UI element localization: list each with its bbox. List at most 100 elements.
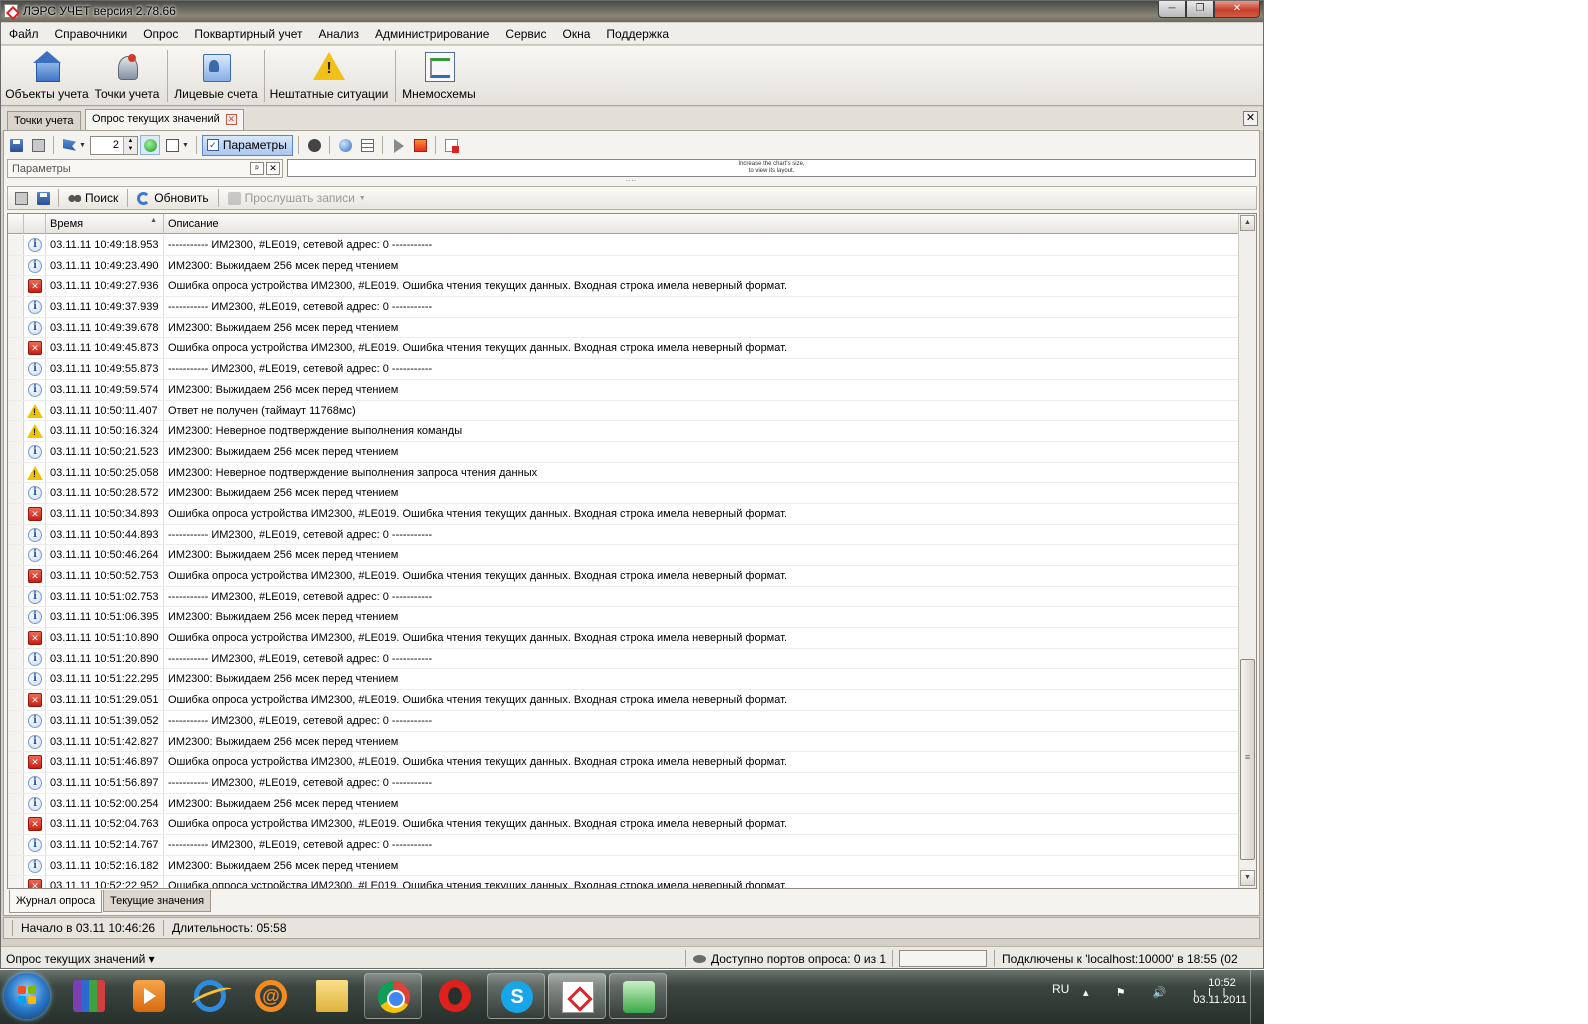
row-indicator[interactable] xyxy=(8,379,24,400)
row-indicator[interactable] xyxy=(8,503,24,524)
menu-references[interactable]: Справочники xyxy=(47,27,136,41)
table-row[interactable]: 03.11.11 10:49:45.873 Ошибка опроса устро… xyxy=(8,338,1238,360)
row-indicator[interactable] xyxy=(8,690,24,710)
taskbar-opera[interactable] xyxy=(426,973,484,1019)
row-indicator[interactable] xyxy=(8,483,24,503)
chevron-down-icon[interactable]: ▼ xyxy=(79,142,86,149)
clock-time[interactable]: 10:52 xyxy=(1196,977,1248,989)
taskbar-green-app[interactable] xyxy=(609,973,667,1019)
listen-records-button[interactable]: Прослушать записи ▼ xyxy=(224,188,370,208)
print-button[interactable] xyxy=(28,135,48,155)
flag-button[interactable] xyxy=(59,135,79,155)
row-indicator[interactable] xyxy=(8,235,24,255)
taskbar-winrar[interactable] xyxy=(60,973,118,1019)
description-column-header[interactable]: Описание xyxy=(164,214,1238,234)
count-stepper[interactable]: ▲▼ xyxy=(89,135,138,155)
table-row[interactable]: 03.11.11 10:49:23.490 ИМ2300: Выжидаем 25… xyxy=(8,255,1238,277)
row-indicator[interactable] xyxy=(8,545,24,565)
taskbar-mail[interactable] xyxy=(242,973,300,1019)
row-indicator[interactable] xyxy=(8,834,24,855)
menu-analysis[interactable]: Анализ xyxy=(310,27,367,41)
stop-button[interactable] xyxy=(410,135,430,155)
vertical-scrollbar[interactable]: ▲ ▼ xyxy=(1238,214,1256,888)
table-row[interactable]: 03.11.11 10:50:52.753 Ошибка опроса устро… xyxy=(8,566,1238,587)
row-indicator[interactable] xyxy=(8,566,24,586)
table-row[interactable]: 03.11.11 10:50:21.523 ИМ2300: Выжидаем 25… xyxy=(8,441,1238,463)
table-row[interactable]: 03.11.11 10:49:18.953 ----------- ИМ2300,… xyxy=(8,235,1238,256)
row-indicator[interactable] xyxy=(8,669,24,690)
taskbar-lers[interactable] xyxy=(548,973,606,1019)
table-row[interactable]: 03.11.11 10:50:16.324 ИМ2300: Неверное по… xyxy=(8,421,1238,442)
table-row[interactable]: 03.11.11 10:51:22.295 ИМ2300: Выжидаем 25… xyxy=(8,669,1238,691)
table-row[interactable]: 03.11.11 10:51:06.395 ИМ2300: Выжидаем 25… xyxy=(8,607,1238,629)
table-row[interactable]: 03.11.11 10:49:37.939 ----------- ИМ2300,… xyxy=(8,297,1238,318)
maximize-button[interactable]: ❐ xyxy=(1186,1,1214,18)
row-indicator[interactable] xyxy=(8,441,24,462)
table-row[interactable]: 03.11.11 10:49:59.574 ИМ2300: Выжидаем 25… xyxy=(8,379,1238,401)
level-column-header[interactable] xyxy=(24,214,46,234)
row-indicator[interactable] xyxy=(8,400,24,421)
row-indicator[interactable] xyxy=(8,607,24,628)
table-row[interactable]: 03.11.11 10:50:28.572 ИМ2300: Выжидаем 25… xyxy=(8,483,1238,504)
taskbar-skype[interactable] xyxy=(487,973,545,1019)
device-button[interactable] xyxy=(304,135,324,155)
scroll-down-button[interactable]: ▼ xyxy=(1240,870,1255,886)
scroll-up-button[interactable]: ▲ xyxy=(1240,215,1255,231)
stepper-arrows-icon[interactable]: ▲ ▼ xyxy=(122,136,137,154)
table-row[interactable]: 03.11.11 10:49:27.936 Ошибка опроса устро… xyxy=(8,276,1238,298)
table-row[interactable]: 03.11.11 10:52:00.254 ИМ2300: Выжидаем 25… xyxy=(8,793,1238,815)
menu-windows[interactable]: Окна xyxy=(555,27,599,41)
table-row[interactable]: 03.11.11 10:51:56.897 ----------- ИМ2300,… xyxy=(8,772,1238,794)
current-task-dropdown[interactable]: Опрос текущих значений ▾ xyxy=(6,952,155,966)
table-row[interactable]: 03.11.11 10:52:22.952 Ошибка опроса устро… xyxy=(8,876,1238,888)
close-window-button[interactable]: ✕ xyxy=(1214,1,1260,18)
row-indicator[interactable] xyxy=(8,276,24,297)
pin-icon[interactable]: ᵖ xyxy=(250,162,264,175)
close-icon[interactable]: ✕ xyxy=(266,162,280,175)
refresh-button[interactable]: Обновить xyxy=(133,188,212,208)
time-column-header[interactable]: Время ▲ xyxy=(46,214,164,234)
count-input[interactable] xyxy=(90,136,121,154)
chevron-down-icon[interactable]: ▼ xyxy=(182,142,189,149)
table-row[interactable]: 03.11.11 10:51:02.753 ----------- ИМ2300,… xyxy=(8,586,1238,608)
row-indicator[interactable] xyxy=(8,338,24,359)
table-row[interactable]: 03.11.11 10:51:29.051 Ошибка опроса устро… xyxy=(8,690,1238,711)
table-row[interactable]: 03.11.11 10:50:25.058 ИМ2300: Неверное по… xyxy=(8,462,1238,484)
ribbon-incidents-button[interactable]: Нештатные ситуации xyxy=(267,48,391,104)
table-row[interactable]: 03.11.11 10:52:14.767 ----------- ИМ2300,… xyxy=(8,834,1238,856)
title-bar[interactable]: ЛЭРС УЧЕТ версия 2.78.66 ─ ❐ ✕ xyxy=(1,1,1263,22)
table-row[interactable]: 03.11.11 10:52:04.763 Ошибка опроса устро… xyxy=(8,814,1238,835)
table-row[interactable]: 03.11.11 10:51:10.890 Ошибка опроса устро… xyxy=(8,628,1238,649)
taskbar-media-player[interactable] xyxy=(120,973,178,1019)
row-indicator[interactable] xyxy=(8,421,24,441)
row-indicator[interactable] xyxy=(8,317,24,338)
row-indicator[interactable] xyxy=(8,628,24,648)
ribbon-mnemo-button[interactable]: Мнемосхемы xyxy=(399,48,479,104)
table-row[interactable]: 03.11.11 10:52:16.182 ИМ2300: Выжидаем 25… xyxy=(8,855,1238,877)
start-button[interactable] xyxy=(4,973,50,1019)
chart-button[interactable] xyxy=(162,135,182,155)
tab-poll-journal[interactable]: Журнал опроса xyxy=(9,890,103,913)
tab-points[interactable]: Точки учета xyxy=(7,111,81,131)
close-tab-icon[interactable]: ✕ xyxy=(225,113,237,125)
row-indicator[interactable] xyxy=(8,876,24,888)
row-indicator[interactable] xyxy=(8,648,24,669)
menu-apartment-metering[interactable]: Поквартирный учет xyxy=(186,27,310,41)
start-button[interactable] xyxy=(388,135,408,155)
journal-save-button[interactable] xyxy=(33,188,53,208)
taskbar-chrome[interactable] xyxy=(364,973,422,1019)
splitter-handle[interactable]: ···· xyxy=(4,177,1258,185)
row-indicator[interactable] xyxy=(8,586,24,607)
close-document-button[interactable]: ✕ xyxy=(1243,111,1258,126)
show-desktop-button[interactable] xyxy=(1250,970,1264,1024)
table-row[interactable]: 03.11.11 10:51:46.897 Ошибка опроса устро… xyxy=(8,752,1238,773)
menu-administration[interactable]: Администрирование xyxy=(367,27,497,41)
menu-file[interactable]: Файл xyxy=(1,27,47,41)
delete-report-button[interactable] xyxy=(441,135,461,155)
language-indicator[interactable]: RU xyxy=(1052,982,1069,996)
table-row[interactable]: 03.11.11 10:49:55.873 ----------- ИМ2300,… xyxy=(8,359,1238,380)
table-button[interactable] xyxy=(357,135,377,155)
table-row[interactable]: 03.11.11 10:49:39.678 ИМ2300: Выжидаем 25… xyxy=(8,317,1238,339)
table-row[interactable]: 03.11.11 10:51:42.827 ИМ2300: Выжидаем 25… xyxy=(8,731,1238,753)
row-indicator[interactable] xyxy=(8,772,24,793)
